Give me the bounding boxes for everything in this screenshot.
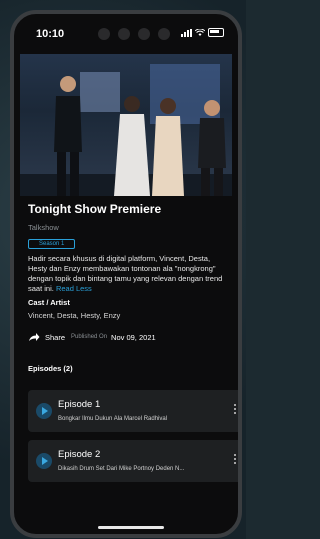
episode-card[interactable]: Episode 2 Dikasih Drum Set Dari Mike Por… [28,440,238,482]
share-icon[interactable] [28,332,40,342]
show-genre: Talkshow [28,223,59,232]
season-badge[interactable]: Season 1 [28,239,76,249]
episode-title: Episode 1 [58,399,101,410]
home-indicator[interactable] [98,526,164,529]
guest-figure [152,98,184,196]
show-details: Tonight Show Premiere Talkshow Season 1 … [28,202,228,342]
show-hero-image[interactable] [20,54,232,196]
read-less-link[interactable]: Read Less [56,284,92,293]
status-bar: 10:10 [14,14,238,54]
host-figure [198,100,226,196]
episode-subtitle: Bongkar Ilmu Dukun Ala Marcel Radhival [58,416,168,422]
battery-icon [208,28,224,37]
more-options-icon[interactable] [234,404,236,416]
camera-dot [158,28,170,40]
cast-list: Vincent, Desta, Hesty, Enzy [28,311,121,320]
camera-dot [138,28,150,40]
more-options-icon[interactable] [234,454,236,466]
camera-dot [118,28,130,40]
share-row: Share Published On Nov 09, 2021 [28,332,228,342]
episode-card[interactable]: Episode 1 Bongkar Ilmu Dukun Ala Marcel … [28,390,238,432]
signal-icon [181,28,192,37]
episodes-heading: Episodes (2) [28,364,73,373]
play-icon[interactable] [36,453,52,469]
published-label: Published On [71,334,108,340]
host-figure [54,76,82,196]
camera-dot [98,28,110,40]
play-icon[interactable] [36,403,52,419]
status-icons [181,28,224,37]
status-time: 10:10 [36,28,65,40]
show-title: Tonight Show Premiere [28,202,162,216]
episode-subtitle: Dikasih Drum Set Dari Mike Portnoy Deden… [58,466,185,472]
camera-notch [90,26,178,42]
guest-figure [114,96,150,196]
episode-title: Episode 2 [58,449,101,460]
cast-heading: Cast / Artist [28,298,70,307]
published-date: Nov 09, 2021 [111,332,156,342]
phone-frame: 10:10 Tonight Show Premiere Talkshow Sea… [10,10,242,538]
show-description: Hadir secara khusus di digital platform,… [28,254,228,294]
share-button[interactable]: Share [45,333,65,342]
wifi-icon [195,28,205,36]
